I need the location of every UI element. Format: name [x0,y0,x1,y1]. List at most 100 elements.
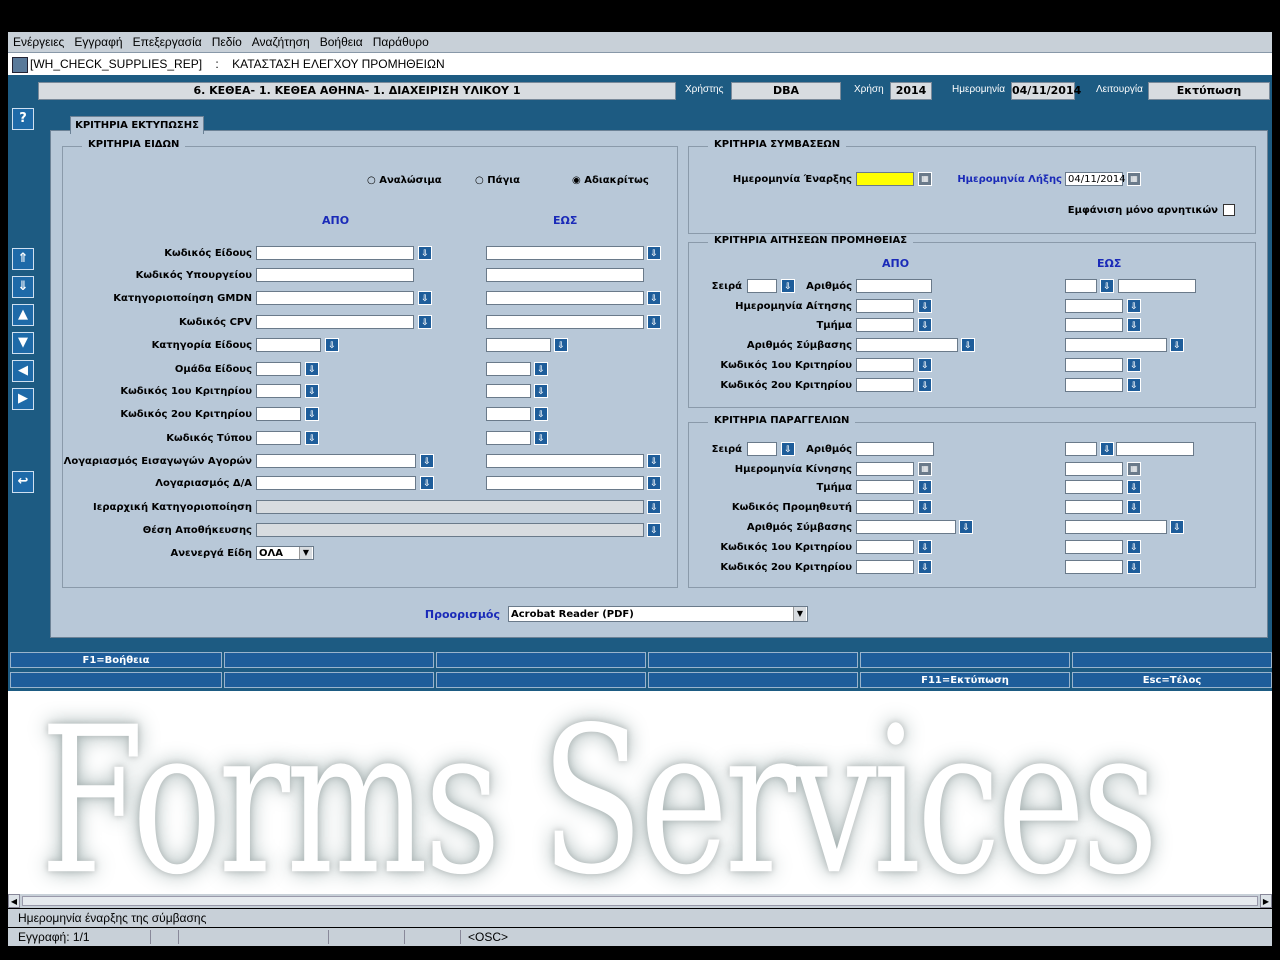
fkey-empty-3[interactable] [648,652,858,668]
request-contract-from[interactable] [856,338,958,352]
order-contract-to-lov-icon[interactable]: ⇩ [1170,520,1184,534]
supplier-code-to-lov-icon[interactable]: ⇩ [1127,500,1141,514]
movement-date-to[interactable] [1065,462,1123,476]
order-series-from[interactable] [747,442,777,456]
destination-select[interactable]: Acrobat Reader (PDF) ▼ [508,606,808,622]
request-department-to[interactable] [1065,318,1123,332]
purchase-account-to-lov-icon[interactable]: ⇩ [647,454,661,468]
order-criterion2-from[interactable] [856,560,914,574]
start-date-field[interactable] [856,172,914,186]
hierarchy-field[interactable] [256,500,644,514]
request-criterion2-from-lov-icon[interactable]: ⇩ [918,378,932,392]
order-number-from[interactable] [856,442,934,456]
request-department-from-lov-icon[interactable]: ⇩ [918,318,932,332]
last-record-button[interactable]: ⇓ [12,276,34,298]
da-account-from-lov-icon[interactable]: ⇩ [420,476,434,490]
item-code-from[interactable] [256,246,414,260]
order-contract-from[interactable] [856,520,956,534]
request-series-to-lov-icon[interactable]: ⇩ [1100,279,1114,293]
criterion2-to[interactable] [486,407,531,421]
gmdn-from-lov-icon[interactable]: ⇩ [418,291,432,305]
movement-date-to-calendar-icon[interactable]: ▦ [1127,462,1141,476]
gmdn-to[interactable] [486,291,644,305]
item-group-to[interactable] [486,362,531,376]
end-date-calendar-icon[interactable]: ▦ [1127,172,1141,186]
item-group-from-lov-icon[interactable]: ⇩ [305,362,319,376]
purchase-account-from[interactable] [256,454,416,468]
start-date-calendar-icon[interactable]: ▦ [918,172,932,186]
cpv-from-lov-icon[interactable]: ⇩ [418,315,432,329]
end-date-field[interactable]: 04/11/2014 [1065,172,1126,186]
order-criterion1-from-lov-icon[interactable]: ⇩ [918,540,932,554]
item-code-to-lov-icon[interactable]: ⇩ [647,246,661,260]
type-code-from[interactable] [256,431,301,445]
da-account-to-lov-icon[interactable]: ⇩ [647,476,661,490]
back-button[interactable]: ↩ [12,471,34,493]
first-record-button[interactable]: ⇑ [12,248,34,270]
item-category-to[interactable] [486,338,551,352]
cpv-to-lov-icon[interactable]: ⇩ [647,315,661,329]
item-code-to[interactable] [486,246,644,260]
criterion2-from[interactable] [256,407,301,421]
storage-location-field[interactable] [256,523,644,537]
fkey-empty-2[interactable] [436,652,646,668]
esc-exit-button[interactable]: Esc=Τέλος [1072,672,1272,688]
request-series-from-lov-icon[interactable]: ⇩ [781,279,795,293]
order-department-from[interactable] [856,480,914,494]
menu-search[interactable]: Αναζήτηση [247,32,315,52]
help-button[interactable]: ? [12,108,34,130]
order-department-to-lov-icon[interactable]: ⇩ [1127,480,1141,494]
previous-record-button[interactable]: ▲ [12,304,34,326]
request-criterion2-to[interactable] [1065,378,1123,392]
request-date-from-lov-icon[interactable]: ⇩ [918,299,932,313]
tab-print-criteria[interactable]: ΚΡΙΤΗΡΙΑ ΕΚΤΥΠΩΣΗΣ [70,116,204,134]
purchase-account-to[interactable] [486,454,644,468]
menu-field[interactable]: Πεδίο [207,32,247,52]
criterion1-to-lov-icon[interactable]: ⇩ [534,384,548,398]
fkey-empty-8[interactable] [436,672,646,688]
menu-actions[interactable]: Ενέργειες [8,32,69,52]
fkey-empty-4[interactable] [860,652,1070,668]
order-criterion2-from-lov-icon[interactable]: ⇩ [918,560,932,574]
radio-all[interactable]: ◉ Αδιακρίτως [572,175,649,186]
order-criterion1-to[interactable] [1065,540,1123,554]
item-group-from[interactable] [256,362,301,376]
cpv-to[interactable] [486,315,644,329]
hierarchy-lov-icon[interactable]: ⇩ [647,500,661,514]
order-criterion2-to[interactable] [1065,560,1123,574]
horizontal-scrollbar[interactable]: ◀ ▶ [8,894,1272,908]
next-block-button[interactable]: ▶ [12,388,34,410]
menu-record[interactable]: Εγγραφή [69,32,127,52]
purchase-account-from-lov-icon[interactable]: ⇩ [420,454,434,468]
order-series-from-lov-icon[interactable]: ⇩ [781,442,795,456]
scroll-thumb[interactable] [22,896,1258,906]
f11-print-button[interactable]: F11=Εκτύπωση [860,672,1070,688]
fkey-empty-1[interactable] [224,652,434,668]
fkey-empty-5[interactable] [1072,652,1272,668]
supplier-code-from-lov-icon[interactable]: ⇩ [918,500,932,514]
scroll-left-icon[interactable]: ◀ [8,894,20,908]
order-number-to[interactable] [1116,442,1194,456]
next-record-button[interactable]: ▼ [12,332,34,354]
item-category-from[interactable] [256,338,321,352]
request-criterion1-to[interactable] [1065,358,1123,372]
order-contract-from-lov-icon[interactable]: ⇩ [959,520,973,534]
fkey-empty-6[interactable] [10,672,222,688]
order-criterion1-to-lov-icon[interactable]: ⇩ [1127,540,1141,554]
request-criterion2-to-lov-icon[interactable]: ⇩ [1127,378,1141,392]
previous-block-button[interactable]: ◀ [12,360,34,382]
supplier-code-from[interactable] [856,500,914,514]
request-criterion2-from[interactable] [856,378,914,392]
supplier-code-to[interactable] [1065,500,1123,514]
request-contract-to[interactable] [1065,338,1167,352]
criterion2-from-lov-icon[interactable]: ⇩ [305,407,319,421]
item-category-to-lov-icon[interactable]: ⇩ [554,338,568,352]
criterion1-from[interactable] [256,384,301,398]
cpv-from[interactable] [256,315,414,329]
ministry-code-from[interactable] [256,268,414,282]
fkey-empty-9[interactable] [648,672,858,688]
request-date-to[interactable] [1065,299,1123,313]
gmdn-to-lov-icon[interactable]: ⇩ [647,291,661,305]
fkey-empty-7[interactable] [224,672,434,688]
item-group-to-lov-icon[interactable]: ⇩ [534,362,548,376]
